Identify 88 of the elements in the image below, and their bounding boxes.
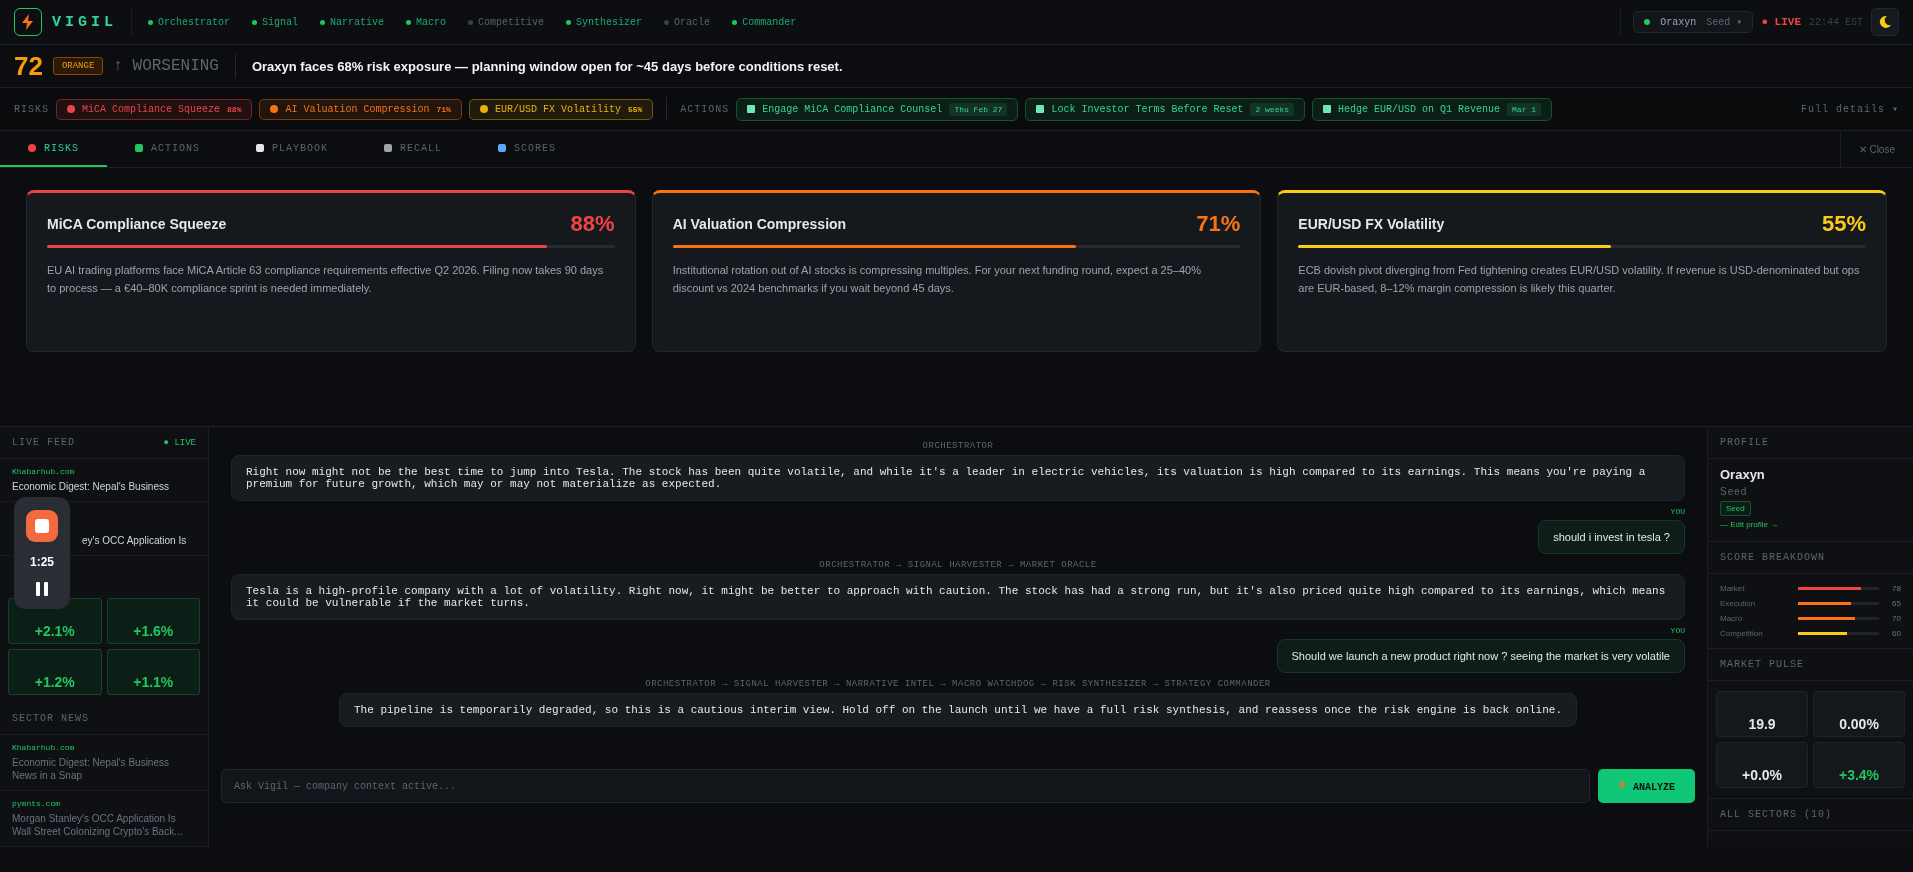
risk-description: ECB dovish pivot diverging from Fed tightening creates EUR/USD volatility. If revenue is USD-denominated but ops are EUR-based, 8–12% margin compression is likely this quarter. [1298,263,1861,296]
score-value: 70 [1891,614,1901,623]
panel-title: SCORE BREAKDOWN [1720,552,1825,563]
theme-toggle-button[interactable] [1871,8,1899,36]
company-stage: Seed [1720,486,1748,497]
news-source: pymnts.com [12,799,61,808]
agent-status: Orchestrator [148,16,231,28]
edit-profile-link[interactable]: — Edit profile → [1720,520,1779,529]
news-title: ey's OCC Application Is [82,534,188,547]
panel-title: LIVE FEED [12,437,75,448]
market-change: +1.2% [34,674,75,690]
market-value: 0.00% [1839,716,1879,732]
score-label: Competition [1720,629,1764,638]
score-value: 60 [1891,629,1901,638]
user-message: should i invest in tesla ? [1538,520,1685,554]
panel-title: PROFILE [1720,437,1769,448]
risk-level-badge: ORANGE [52,57,104,75]
user-message: Should we launch a new product right now ? seeing the market is very volatile [1276,639,1685,673]
company-selector[interactable]: Oraxyn Seed ▾ [1633,11,1754,33]
brand-name: VIGIL [52,13,117,31]
trend-label: ↑ WORSENING [113,57,219,75]
stop-recording-button[interactable] [26,509,58,542]
live-indicator: ● LIVE [163,437,196,448]
score-label: Macro [1720,614,1744,623]
section-label: RISKS [14,103,49,115]
agent-route: ORCHESTRATOR → SIGNAL HARVESTER → NARRATIVE INTEL → MACRO WATCHDOG → RISK SYNTHESIZER → STRATEGY COMMANDER [645,679,1271,689]
score-value: 65 [1891,599,1901,608]
action-chip[interactable]: Engage MiCA Compliance Counsel Thu Feb 27 [736,97,1019,121]
agent-status: Competitive [468,16,545,28]
action-chip[interactable]: Hedge EUR/USD on Q1 Revenue Mar 1 [1312,97,1553,121]
news-source: Khabarhub.com [12,743,76,752]
pause-icon[interactable] [36,582,48,597]
risk-chip[interactable]: MiCA Compliance Squeeze 88% [56,98,253,120]
risk-description: Institutional rotation out of AI stocks is compressing multiples. For your next funding round, expect a 25–40% discount vs 2024 benchmarks if you wait beyond 45 days. [672,263,1202,296]
score-label: Execution [1720,599,1757,608]
company-name: Oraxyn [1720,467,1765,482]
stage-badge: Seed [1720,501,1751,516]
alert-headline: Oraxyn faces 68% risk exposure — planning window open for ~45 days before conditions reset. [251,58,843,74]
risk-percent: 55% [1821,211,1866,237]
score-label: Market [1720,584,1746,593]
chat-input-field[interactable]: Ask Vigil — company context active... [221,769,1590,803]
recording-time: 1:25 [30,555,54,569]
market-value: 19.9 [1748,716,1776,732]
news-item[interactable]: Khabarhub.com Economic Digest: Nepal's Business News in a Snap [0,735,208,791]
bolt-icon [1618,779,1627,790]
risk-chip[interactable]: EUR/USD FX Volatility 55% [468,98,654,120]
assistant-message: Tesla is a high-profile company with a lot of volatility. Right now, it might be better to approach with caution. The stock has had a strong run, but it's also priced quite high compared to its earnings, which means it could be vulnerable if the market turns. [231,574,1685,620]
risk-percent: 71% [1196,211,1241,237]
news-title: Economic Digest: Nepal's Business [12,480,170,493]
assistant-message: The pipeline is temporarily degraded, so this is a cautious interim view. Hold off on the launch until we have a full risk synthesis, and reassess once the risk engine is back online. [339,693,1577,727]
agent-status: Macro [406,16,447,28]
news-title: Economic Digest: Nepal's Business News in a Snap [12,756,170,782]
risk-chip[interactable]: AI Valuation Compression 71% [259,98,462,120]
assistant-message: Right now might not be the best time to jump into Tesla. The stock has been quite volatile, and while it's a leader in electric vehicles, its valuation is high compared to its earnings. This means you're paying a premium for future growth, which may or may not materialize as expected. [231,455,1685,501]
risk-description: EU AI trading platforms face MiCA Article 63 compliance requirements effective Q2 2026. Filing now takes 90 days to process — a €40–80K compliance sprint is needed immediately. [47,263,605,296]
panel-title: MARKET PULSE [1720,659,1804,670]
analyze-button[interactable]: ANALYZE [1598,769,1695,803]
live-indicator: ● LIVE [1761,16,1801,28]
risk-percent: 88% [570,211,615,237]
risk-score: 72 [14,50,43,82]
news-title: Morgan Stanley's OCC Application Is Wall Street Colonizing Crypto's Back... [12,812,184,838]
agent-status: Oracle [664,16,711,28]
action-chip[interactable]: Lock Investor Terms Before Reset 2 weeks [1025,97,1306,121]
agent-route: ORCHESTRATOR → SIGNAL HARVESTER → MARKET ORACLE [819,560,1097,570]
moon-icon [1878,15,1892,29]
news-source: Khabarhub.com [12,467,76,476]
market-change: +1.1% [133,674,174,690]
agent-status: Signal [252,16,299,28]
sender-label: YOU [1670,626,1685,635]
news-item[interactable]: pymnts.com Morgan Stanley's OCC Application Is Wall Street Colonizing Crypto's Back... [0,791,208,847]
sender-label: YOU [1670,507,1685,516]
market-value: +3.4% [1838,767,1880,783]
panel-title: SECTOR NEWS [12,713,89,724]
market-value: +0.0% [1741,767,1783,783]
risk-title: MiCA Compliance Squeeze [47,216,227,232]
market-change: +1.6% [133,623,174,639]
agent-status: Synthesizer [566,16,643,28]
tab[interactable]: RISKS [0,131,107,167]
agent-status: Commander [732,16,797,28]
market-change: +2.1% [34,623,75,639]
section-label: ACTIONS [680,103,730,115]
bolt-logo-icon [14,8,42,36]
agent-status: Narrative [320,16,385,28]
panel-title: ALL SECTORS (10) [1720,809,1832,820]
agent-route: ORCHESTRATOR [922,441,994,451]
risk-title: EUR/USD FX Volatility [1298,216,1445,232]
score-value: 78 [1891,584,1901,593]
risk-title: AI Valuation Compression [672,216,847,232]
